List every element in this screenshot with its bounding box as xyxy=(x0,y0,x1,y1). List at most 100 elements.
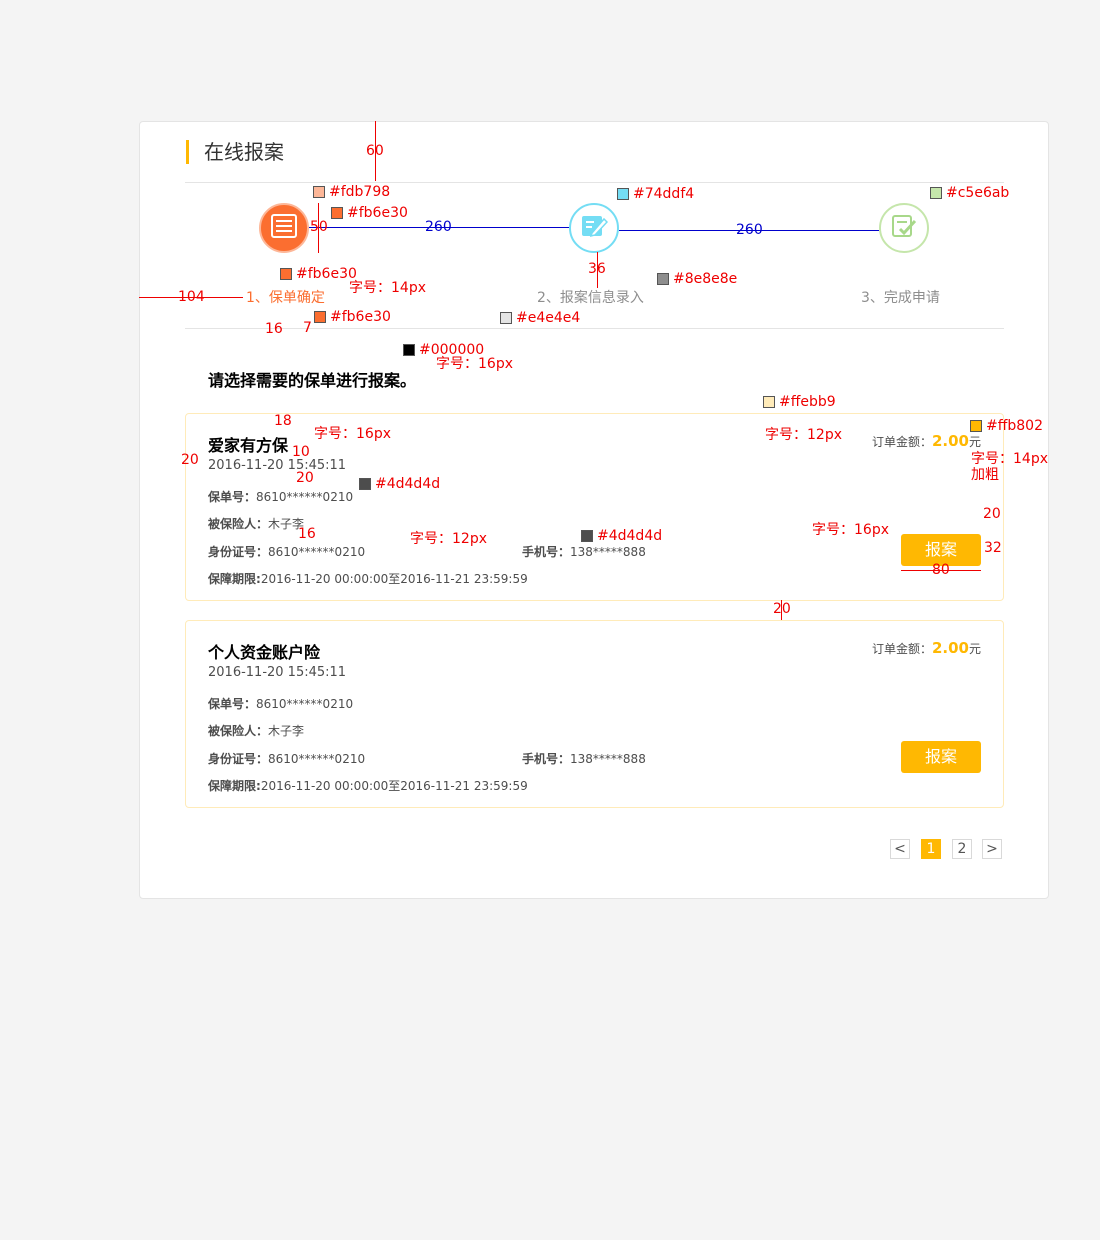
annotation-color: #ffebb9 xyxy=(763,394,836,410)
pager-page-1[interactable]: 1 xyxy=(921,839,941,859)
annotation-color: #fb6e30 xyxy=(331,205,408,221)
annotation-font-size: 字号：14px xyxy=(349,280,426,296)
pager-next-button[interactable]: > xyxy=(982,839,1002,859)
policy-time: 2016-11-20 15:45:11 xyxy=(208,665,347,680)
annotation-color-text: #ffb802 xyxy=(986,418,1043,434)
swatch-icon xyxy=(403,344,415,356)
policy-number-row: 保单号：8610******0210 xyxy=(208,488,353,505)
id-label: 身份证号： xyxy=(208,545,269,559)
period-label: 保障期限: xyxy=(208,779,261,793)
policy-card[interactable]: 爱家有方保 2016-11-20 15:45:11 订单金额：2.00元 保单号… xyxy=(185,413,1004,601)
swatch-icon xyxy=(617,188,629,200)
annotation-color-text: #4d4d4d xyxy=(597,528,663,544)
amount-label: 订单金额： xyxy=(871,642,932,656)
swatch-icon xyxy=(331,207,343,219)
annotation-color-text: #fb6e30 xyxy=(296,266,357,282)
annotation-color: #fb6e30 xyxy=(314,309,391,325)
annotation-dimension: 60 xyxy=(366,143,384,159)
annotation-color: #74ddf4 xyxy=(617,186,694,202)
swatch-icon xyxy=(359,478,371,490)
annotation-dimension: 10 xyxy=(292,444,310,460)
annotation-font-size: 字号：12px xyxy=(765,427,842,443)
id-number: 8610******0210 xyxy=(268,752,366,766)
amount-unit: 元 xyxy=(968,642,981,656)
annotation-color: #ffb802 xyxy=(970,418,1043,434)
annotation-font-size: 字号：16px xyxy=(436,356,513,372)
annotation-color-text: #e4e4e4 xyxy=(516,310,581,326)
insured-label: 被保险人： xyxy=(208,724,269,738)
id-row: 身份证号：8610******0210 xyxy=(208,750,365,767)
annotation-dimension: 104 xyxy=(178,289,205,305)
period-value: 2016-11-20 00:00:00至2016-11-21 23:59:59 xyxy=(260,779,528,793)
annotation-color-text: #74ddf4 xyxy=(633,186,695,202)
annotation-dimension: 16 xyxy=(298,526,316,542)
annotation-color: #fdb798 xyxy=(313,184,390,200)
annotation-dimension: 20 xyxy=(181,452,199,468)
annotation-font-size: 字号：16px xyxy=(812,522,889,538)
phone-row: 手机号：138*****888 xyxy=(522,750,646,767)
annotation-dimension: 20 xyxy=(773,601,791,617)
policy-number: 8610******0210 xyxy=(256,697,354,711)
id-label: 身份证号： xyxy=(208,752,269,766)
annotation-color: #e4e4e4 xyxy=(500,310,580,326)
annotation-color-text: #ffebb9 xyxy=(779,394,836,410)
annotation-color: #fb6e30 xyxy=(280,266,357,282)
insured-name: 木子李 xyxy=(268,724,305,738)
annotation-dimension: 20 xyxy=(983,506,1001,522)
annotation-color: #4d4d4d xyxy=(359,476,440,492)
annotation-dimension: 18 xyxy=(274,413,292,429)
id-row: 身份证号：8610******0210 xyxy=(208,543,365,560)
policy-document-icon xyxy=(271,214,297,242)
swatch-icon xyxy=(970,420,982,432)
pager-prev-button[interactable]: < xyxy=(890,839,910,859)
policy-name: 个人资金账户险 xyxy=(208,643,321,662)
annotation-dimension: 36 xyxy=(588,261,606,277)
swatch-icon xyxy=(581,530,593,542)
policy-number-label: 保单号： xyxy=(208,490,257,504)
step-2-label: 2、报案信息录入 xyxy=(537,290,644,306)
report-button[interactable]: 报案 xyxy=(901,741,981,773)
id-number: 8610******0210 xyxy=(268,545,366,559)
select-policy-prompt: 请选择需要的保单进行报案。 xyxy=(208,371,417,390)
policy-name: 爱家有方保 xyxy=(208,436,289,455)
order-amount: 订单金额：2.00元 xyxy=(872,639,981,657)
annotation-dimension: 32 xyxy=(984,540,1002,556)
annotation-dimension: 80 xyxy=(932,562,950,578)
annotation-font-size: 字号：14px xyxy=(971,451,1048,467)
online-report-panel: 在线报案 1、保单确定 2、报案信息录入 3、完成申请 请选择需要的保单进行报案… xyxy=(139,121,1049,899)
swatch-icon xyxy=(930,187,942,199)
step-1-label: 1、保单确定 xyxy=(246,290,325,306)
swatch-icon xyxy=(657,273,669,285)
annotation-color-text: #fdb798 xyxy=(329,184,391,200)
annotation-dimension: 50 xyxy=(310,219,328,235)
step-3-label: 3、完成申请 xyxy=(861,290,940,306)
period-row: 保障期限:2016-11-20 00:00:00至2016-11-21 23:5… xyxy=(208,570,528,587)
annotation-color-text: #fb6e30 xyxy=(347,205,408,221)
swatch-icon xyxy=(280,268,292,280)
annotation-font-size: 字号：12px xyxy=(410,531,487,547)
annotation-font-size: 字号：16px xyxy=(314,426,391,442)
pager-page-2[interactable]: 2 xyxy=(952,839,972,859)
period-row: 保障期限:2016-11-20 00:00:00至2016-11-21 23:5… xyxy=(208,777,528,794)
swatch-icon xyxy=(500,312,512,324)
check-document-icon xyxy=(890,213,918,243)
swatch-icon xyxy=(763,396,775,408)
policy-card[interactable]: 个人资金账户险 2016-11-20 15:45:11 订单金额：2.00元 保… xyxy=(185,620,1004,808)
annotation-dimension: 7 xyxy=(303,320,312,336)
insured-row: 被保险人：木子李 xyxy=(208,515,304,532)
phone-label: 手机号： xyxy=(522,752,571,766)
period-label: 保障期限: xyxy=(208,572,261,586)
edit-form-icon xyxy=(580,213,609,243)
phone-row: 手机号：138*****888 xyxy=(522,543,646,560)
swatch-icon xyxy=(314,311,326,323)
annotation-dimension: 16 xyxy=(265,321,283,337)
amount-unit: 元 xyxy=(968,435,981,449)
amount-value: 2.00 xyxy=(931,639,969,657)
annotation-dimension: 260 xyxy=(736,222,763,238)
step-2-circle xyxy=(569,203,619,253)
amount-value: 2.00 xyxy=(931,432,969,450)
insured-label: 被保险人： xyxy=(208,517,269,531)
step-3-circle xyxy=(879,203,929,253)
title-divider xyxy=(185,182,1004,183)
annotation-bold-note: 加粗 xyxy=(971,467,999,483)
